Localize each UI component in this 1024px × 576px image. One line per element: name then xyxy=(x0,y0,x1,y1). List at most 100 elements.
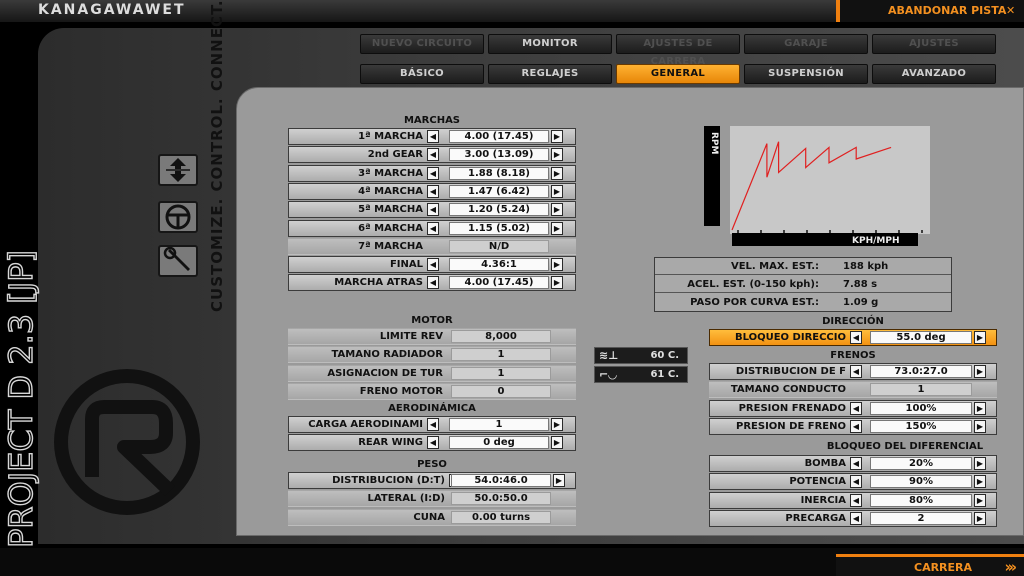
water-temp-value: 60 C. xyxy=(650,350,679,361)
water-temp-readout: ≋⊥ 60 C. xyxy=(594,347,688,364)
arrow-left-icon[interactable]: ◀ xyxy=(850,331,862,344)
arrow-right-icon[interactable]: ▶ xyxy=(553,474,565,487)
gear-value[interactable]: 4.00 (17.45) xyxy=(449,276,549,290)
arrow-left-icon[interactable]: ◀ xyxy=(850,457,862,470)
arrow-left-icon[interactable]: ◀ xyxy=(427,184,439,198)
arrow-left-icon[interactable]: ◀ xyxy=(850,493,862,507)
motor-value: 1 xyxy=(451,348,551,362)
gear-value[interactable]: 1.47 (6.42) xyxy=(449,184,549,198)
arrow-right-icon[interactable]: ▶ xyxy=(551,130,563,143)
arrow-right-icon[interactable]: ▶ xyxy=(974,401,986,415)
tab-monitor[interactable]: MONITOR xyxy=(488,34,612,54)
race-button[interactable]: CARRERA ››› xyxy=(836,554,1024,576)
gear-row: FINAL ◀ ▶ 4.36:1 xyxy=(288,256,576,274)
gear-value[interactable]: 1.88 (8.18) xyxy=(449,166,549,180)
arrow-left-icon[interactable]: ◀ xyxy=(850,419,862,433)
arrow-right-icon[interactable]: ▶ xyxy=(551,184,563,198)
tab-new-circuit[interactable]: NUEVO CIRCUITO xyxy=(360,34,484,54)
diff-value[interactable]: 80% xyxy=(870,493,972,507)
tab-tuning[interactable]: REGLAJES xyxy=(488,64,612,84)
gear-value[interactable]: 1.15 (5.02) xyxy=(449,221,549,235)
steering-wheel-icon[interactable] xyxy=(158,201,198,233)
tab-general[interactable]: GENERAL xyxy=(616,64,740,84)
arrow-right-icon[interactable]: ▶ xyxy=(551,166,563,180)
arrow-right-icon[interactable]: ▶ xyxy=(974,475,986,489)
chart-plot-area xyxy=(730,126,930,234)
arrow-right-icon[interactable]: ▶ xyxy=(974,331,986,344)
gear-value[interactable]: 4.36:1 xyxy=(449,258,549,272)
motor-row: ASIGNACIÓN DE TUR 1 xyxy=(288,364,576,382)
water-temp-icon: ≋⊥ xyxy=(599,349,619,362)
gear-row: 4ª MARCHA ◀ ▶ 1.47 (6.42) xyxy=(288,182,576,200)
arrow-right-icon[interactable]: ▶ xyxy=(551,436,563,450)
arrow-left-icon[interactable]: ◀ xyxy=(850,511,862,525)
chart-xlabel: KPH/MPH xyxy=(852,236,899,246)
estimates-box: VEL. MAX. EST.: 188 kph ACEL. EST. (0-150 … xyxy=(654,257,952,312)
tab-race-settings[interactable]: AJUSTES DE CARRERA xyxy=(616,34,740,67)
gear-value[interactable]: 1.20 (5.24) xyxy=(449,203,549,217)
brake-value[interactable]: 73.0:27.0 xyxy=(870,365,972,378)
arrow-right-icon[interactable]: ▶ xyxy=(551,258,563,272)
arrow-left-icon[interactable]: ◀ xyxy=(427,166,439,180)
arrow-right-icon[interactable]: ▶ xyxy=(974,419,986,433)
steering-value[interactable]: 55.0 deg xyxy=(870,331,972,344)
arrow-left-icon[interactable]: ◀ xyxy=(427,258,439,272)
tab-suspension[interactable]: SUSPENSIÓN xyxy=(744,64,868,84)
tab-basic[interactable]: BÁSICO xyxy=(360,64,484,84)
wrench-icon[interactable] xyxy=(158,245,198,277)
arrow-left-icon[interactable]: ◀ xyxy=(850,475,862,489)
arrow-left-icon[interactable]: ◀ xyxy=(427,276,439,290)
arrow-right-icon[interactable]: ▶ xyxy=(974,457,986,470)
aero-value[interactable]: 0 deg xyxy=(449,436,549,450)
weight-label: CUÑA xyxy=(413,511,445,523)
gear-row: 6ª MARCHA ◀ ▶ 1.15 (5.02) xyxy=(288,219,576,237)
arrow-right-icon[interactable]: ▶ xyxy=(551,418,563,431)
estimate-label: ACEL. EST. (0-150 kph): xyxy=(687,279,819,290)
abandon-track-button[interactable]: ABANDONAR PISTA ✕ xyxy=(836,0,1024,22)
arrow-left-icon[interactable]: ◀ xyxy=(427,203,439,217)
estimate-value: 1.09 g xyxy=(843,297,879,308)
gear-row: 7ª MARCHA N/D xyxy=(288,237,576,255)
diff-row: INERCIA ◀ ▶ 80% xyxy=(709,491,997,509)
gear-label: 2nd GEAR xyxy=(367,149,423,161)
arrow-left-icon[interactable]: ◀ xyxy=(427,130,439,143)
arrow-left-icon[interactable]: ◀ xyxy=(427,418,439,431)
arrow-right-icon[interactable]: ▶ xyxy=(551,203,563,217)
diff-value[interactable]: 2 xyxy=(870,511,972,525)
tab-advanced[interactable]: AVANZADO xyxy=(872,64,996,84)
brake-value[interactable]: 100% xyxy=(870,401,972,415)
diff-value[interactable]: 20% xyxy=(870,457,972,470)
weight-value: 50.0:50.0 xyxy=(451,492,551,506)
arrow-left-icon[interactable]: ◀ xyxy=(427,436,439,450)
arrow-left-icon[interactable]: ◀ xyxy=(850,365,862,378)
diff-value[interactable]: 90% xyxy=(870,475,972,489)
brake-row: PRESIÓN DE FRENO ◀ ▶ 150% xyxy=(709,417,997,435)
arrow-left-icon[interactable]: ◀ xyxy=(850,401,862,415)
close-icon: ✕ xyxy=(1006,4,1016,17)
gear-ratio-icon[interactable] xyxy=(158,154,198,186)
diff-label: POTENCIA xyxy=(789,476,846,488)
brake-value[interactable]: 150% xyxy=(870,419,972,433)
arrow-right-icon[interactable]: ▶ xyxy=(974,493,986,507)
arrow-right-icon[interactable]: ▶ xyxy=(551,276,563,290)
motor-value: 0 xyxy=(451,384,551,398)
diff-title: BLOQUEO DEL DIFERENCIAL xyxy=(826,441,984,452)
aero-value[interactable]: 1 xyxy=(449,418,549,431)
tab-garage[interactable]: GARAJE xyxy=(744,34,868,54)
tab-settings[interactable]: AJUSTES xyxy=(872,34,996,54)
gear-row: 1ª MARCHA ◀ ▶ 4.00 (17.45) xyxy=(288,128,576,145)
aero-row: REAR WING ◀ ▶ 0 deg xyxy=(288,434,576,452)
gear-label: 4ª MARCHA xyxy=(358,185,423,197)
chart-ylabel: RPM xyxy=(709,132,719,155)
arrow-right-icon[interactable]: ▶ xyxy=(974,511,986,525)
gear-value[interactable]: 4.00 (17.45) xyxy=(449,130,549,143)
arrow-left-icon[interactable]: ◀ xyxy=(427,148,439,162)
aero-row: CARGA AERODINÁMI ◀ ▶ 1 xyxy=(288,416,576,433)
gear-label: 6ª MARCHA xyxy=(358,222,423,234)
weight-value[interactable]: 54.0:46.0 xyxy=(451,474,551,487)
arrow-left-icon[interactable]: ◀ xyxy=(427,221,439,235)
gear-value[interactable]: 3.00 (13.09) xyxy=(449,148,549,162)
arrow-right-icon[interactable]: ▶ xyxy=(551,221,563,235)
arrow-right-icon[interactable]: ▶ xyxy=(551,148,563,162)
arrow-right-icon[interactable]: ▶ xyxy=(974,365,986,378)
